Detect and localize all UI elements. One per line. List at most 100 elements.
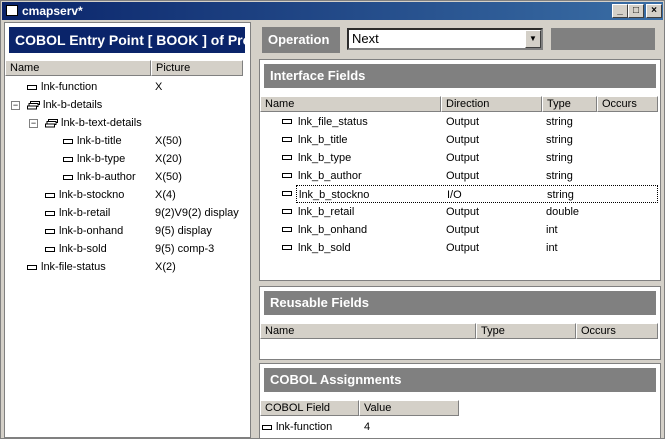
tree-item-picture: 9(5) comp-3 xyxy=(155,243,215,255)
field-icon xyxy=(282,227,292,232)
field-type: int xyxy=(546,224,558,236)
tree-item-picture: X(20) xyxy=(155,153,182,165)
column-header-name[interactable]: Name xyxy=(5,60,151,76)
cobol-assignments-panel: COBOL Assignments COBOL Field Value lnk-… xyxy=(259,363,661,439)
tree-item[interactable]: lnk-b-author xyxy=(63,168,136,186)
table-row[interactable]: lnk_b_onhand Output int xyxy=(296,221,656,239)
table-row[interactable]: lnk_file_status Output string xyxy=(296,113,656,131)
field-type: string xyxy=(546,134,573,146)
tree-item-label: lnk-b-details xyxy=(43,99,103,111)
tree-item[interactable]: lnk-b-retail xyxy=(45,204,110,222)
app-icon xyxy=(6,5,18,16)
field-icon xyxy=(282,173,292,178)
table-row[interactable]: lnk_b_stockno I/O string xyxy=(296,185,658,203)
column-header-type[interactable]: Type xyxy=(476,323,576,339)
field-name: lnk_file_status xyxy=(298,116,368,128)
interface-fields-title: Interface Fields xyxy=(264,64,656,88)
field-type: double xyxy=(546,206,580,218)
tree-item[interactable]: lnk-b-onhand xyxy=(45,222,123,240)
field-direction: Output xyxy=(446,242,480,254)
column-header-occurs[interactable]: Occurs xyxy=(597,96,658,112)
field-icon xyxy=(282,155,292,160)
field-icon xyxy=(45,246,55,252)
tree-item[interactable]: lnk-function xyxy=(27,78,97,96)
field-icon xyxy=(282,245,292,250)
field-type: string xyxy=(547,189,574,201)
maximize-button[interactable]: □ xyxy=(628,4,644,18)
column-header-cobol-field[interactable]: COBOL Field xyxy=(260,400,359,416)
operation-value: Next xyxy=(352,31,379,46)
tree-item[interactable]: − lnk-b-text-details xyxy=(29,114,142,132)
tree-item-label: lnk-b-stockno xyxy=(59,189,125,201)
table-row[interactable]: lnk_b_sold Output int xyxy=(296,239,656,257)
table-row[interactable]: lnk_b_type Output string xyxy=(296,149,656,167)
column-header-value[interactable]: Value xyxy=(359,400,459,416)
tree-item-label: lnk-b-type xyxy=(77,153,126,165)
field-type: int xyxy=(546,242,558,254)
table-row[interactable]: lnk_b_title Output string xyxy=(296,131,656,149)
tree-item-picture: X(2) xyxy=(155,261,176,273)
assignment-field: lnk-function xyxy=(276,421,333,433)
tree-item-picture: X xyxy=(155,81,163,93)
field-icon xyxy=(63,138,73,144)
field-icon xyxy=(27,84,37,90)
field-name: lnk_b_sold xyxy=(298,242,351,254)
close-button[interactable]: × xyxy=(646,4,662,18)
tree-item-picture: X(50) xyxy=(155,171,182,183)
title-bar[interactable]: cmapserv* _ □ × xyxy=(2,2,663,20)
field-direction: Output xyxy=(446,170,480,182)
minimize-button[interactable]: _ xyxy=(612,4,628,18)
tree-item-label: lnk-file-status xyxy=(41,261,106,273)
field-name: lnk_b_onhand xyxy=(298,224,368,236)
entry-point-header: COBOL Entry Point [ BOOK ] of Prog xyxy=(9,27,245,53)
table-row[interactable]: lnk-function 4 xyxy=(262,418,642,436)
column-header-occurs[interactable]: Occurs xyxy=(576,323,658,339)
entry-point-panel: COBOL Entry Point [ BOOK ] of Prog Name … xyxy=(4,22,251,438)
cobol-assignments-title: COBOL Assignments xyxy=(264,368,656,392)
tree-item-label: lnk-b-onhand xyxy=(59,225,124,237)
field-direction: Output xyxy=(446,206,480,218)
operation-label: Operation xyxy=(262,27,340,53)
table-row[interactable]: lnk_b_author Output string xyxy=(296,167,656,185)
tree-item[interactable]: lnk-b-type xyxy=(63,150,125,168)
assignment-value[interactable]: 4 xyxy=(364,418,370,436)
field-direction: I/O xyxy=(447,189,462,201)
field-icon xyxy=(63,156,73,162)
reusable-fields-panel: Reusable Fields Name Type Occurs xyxy=(259,286,661,360)
field-direction: Output xyxy=(446,134,480,146)
tree-item[interactable]: − lnk-b-details xyxy=(11,96,103,114)
field-icon xyxy=(27,264,37,270)
tree-item-picture: X(4) xyxy=(155,189,176,201)
operation-select[interactable]: Next ▼ xyxy=(347,28,543,50)
collapse-icon[interactable]: − xyxy=(11,101,20,110)
field-icon xyxy=(282,137,292,142)
window-title: cmapserv* xyxy=(22,4,83,18)
tree-item[interactable]: lnk-b-stockno xyxy=(45,186,124,204)
field-name: lnk_b_retail xyxy=(298,206,355,218)
tree-item[interactable]: lnk-b-title xyxy=(63,132,122,150)
column-header-name[interactable]: Name xyxy=(260,323,476,339)
field-direction: Output xyxy=(446,152,480,164)
tree-item[interactable]: lnk-file-status xyxy=(27,258,106,276)
field-icon xyxy=(45,192,55,198)
field-icon xyxy=(45,228,55,234)
field-icon xyxy=(282,191,292,196)
column-header-direction[interactable]: Direction xyxy=(441,96,542,112)
column-header-type[interactable]: Type xyxy=(542,96,597,112)
field-direction: Output xyxy=(446,224,480,236)
column-header-picture[interactable]: Picture xyxy=(151,60,243,76)
tree-item-picture: 9(5) display xyxy=(155,225,212,237)
collapse-icon[interactable]: − xyxy=(29,119,38,128)
panel-splitter[interactable] xyxy=(251,22,257,438)
column-header-name[interactable]: Name xyxy=(260,96,441,112)
app-window: cmapserv* _ □ × COBOL Entry Point [ BOOK… xyxy=(0,0,665,439)
reusable-fields-title: Reusable Fields xyxy=(264,291,656,315)
operation-bar: Operation Next ▼ xyxy=(259,25,661,55)
tree-item-picture: X(50) xyxy=(155,135,182,147)
field-name: lnk_b_author xyxy=(298,170,362,182)
tree-item[interactable]: lnk-b-sold xyxy=(45,240,107,258)
field-name: lnk_b_type xyxy=(298,152,352,164)
chevron-down-icon[interactable]: ▼ xyxy=(525,30,541,48)
tree-item-label: lnk-b-sold xyxy=(59,243,107,255)
table-row[interactable]: lnk_b_retail Output double xyxy=(296,203,656,221)
